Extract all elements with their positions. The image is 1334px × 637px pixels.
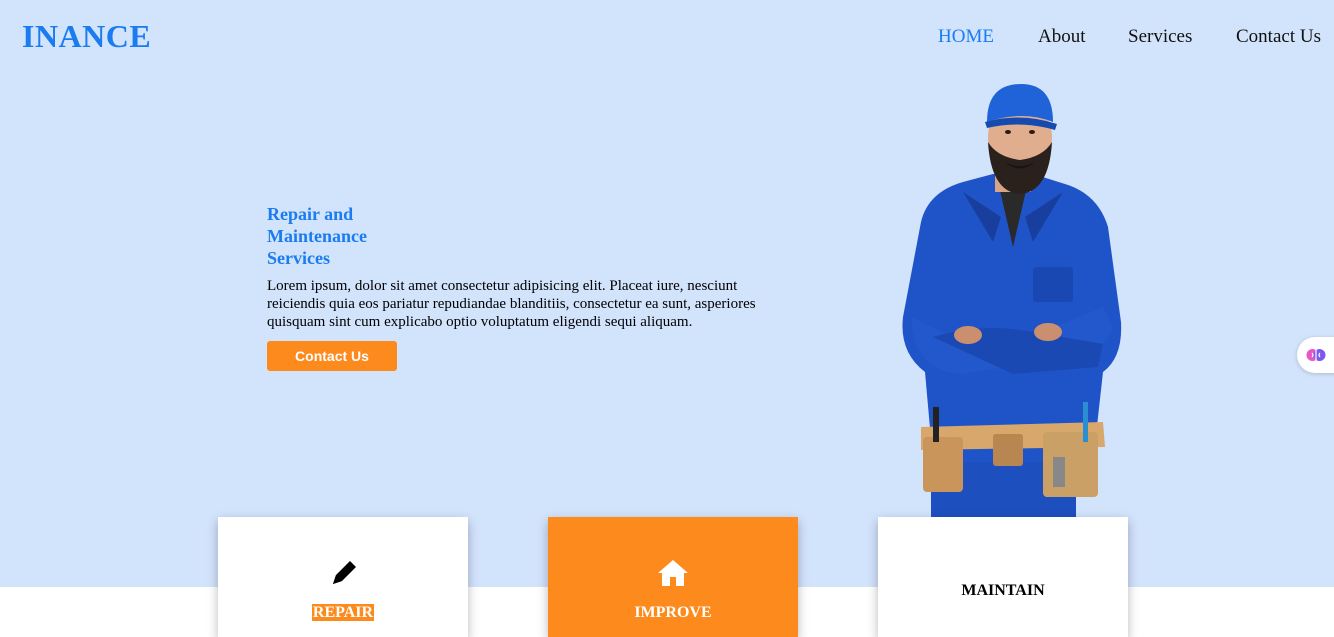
nav-item-home[interactable]: HOME — [938, 26, 994, 48]
nav-item-services[interactable]: Services — [1128, 26, 1192, 48]
brain-icon — [1306, 349, 1326, 361]
service-label-improve: IMPROVE — [634, 604, 712, 621]
pencil-icon — [333, 561, 356, 584]
service-card-maintain[interactable]: MAINTAIN — [878, 517, 1128, 637]
home-icon — [658, 560, 688, 586]
hero-description: Lorem ipsum, dolor sit amet consectetur … — [267, 278, 756, 330]
service-label-maintain: MAINTAIN — [961, 582, 1045, 599]
nav-item-about[interactable]: About — [1038, 26, 1086, 48]
main-nav: HOME About Services Contact Us — [0, 26, 1334, 50]
nav-item-contact[interactable]: Contact Us — [1236, 26, 1321, 48]
hero-title: Repair and Maintenance Services — [267, 204, 367, 268]
worker-image — [902, 84, 1122, 517]
extension-floating-button[interactable] — [1297, 337, 1334, 373]
service-label-repair: REPAIR — [311, 604, 375, 621]
hero-text-block: Repair and Maintenance Services Lorem ip… — [267, 203, 772, 371]
contact-us-button[interactable]: Contact Us — [267, 341, 397, 371]
service-card-improve[interactable]: IMPROVE — [548, 517, 798, 637]
service-card-repair[interactable]: REPAIR — [218, 517, 468, 637]
